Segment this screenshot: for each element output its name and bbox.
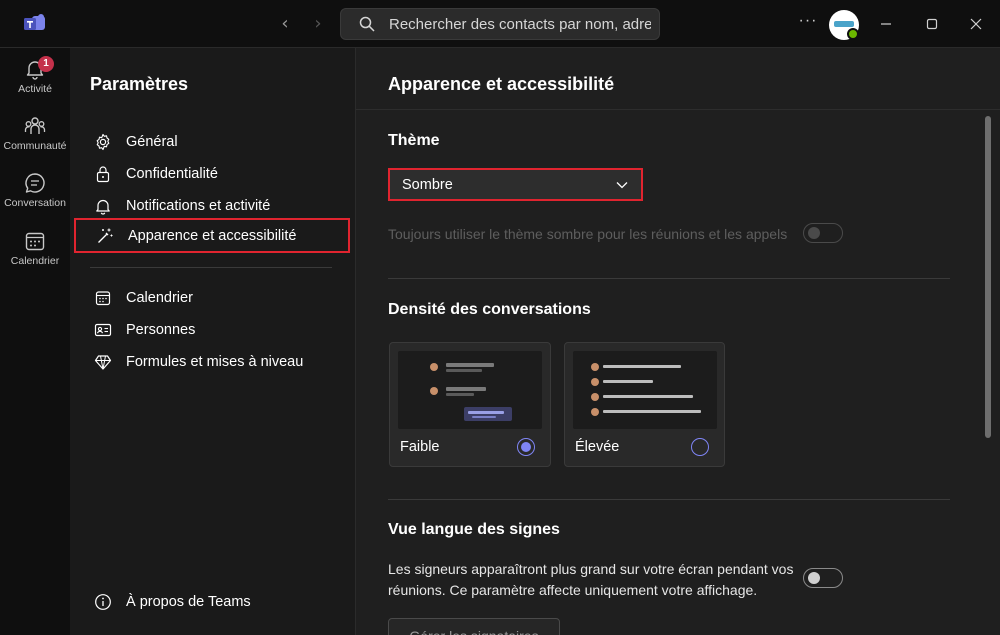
rail-label: Communauté <box>3 140 67 152</box>
content-header: Apparence et accessibilité <box>356 48 1000 110</box>
maximize-icon[interactable] <box>922 14 942 34</box>
presence-available-icon <box>847 28 859 40</box>
always-dark-toggle[interactable] <box>803 223 843 243</box>
density-high-preview <box>573 351 717 429</box>
rail-item-calendar[interactable]: Calendrier <box>0 230 70 282</box>
settings-item-appearance[interactable]: Apparence et accessibilité <box>74 218 350 253</box>
rail-item-activity[interactable]: 1 Activité <box>0 56 70 110</box>
density-option-label: Élevée <box>575 439 620 455</box>
density-option-low[interactable]: Faible <box>389 342 551 467</box>
teams-logo-icon <box>24 14 45 30</box>
activity-badge: 1 <box>38 56 54 72</box>
density-option-high[interactable]: Élevée <box>564 342 725 467</box>
theme-select-value: Sombre <box>402 176 453 193</box>
minimize-icon[interactable] <box>876 14 896 34</box>
settings-item-about[interactable]: À propos de Teams <box>74 586 350 618</box>
search-icon <box>359 16 375 32</box>
diamond-icon <box>94 355 112 370</box>
settings-content: Apparence et accessibilité Thème Sombre … <box>356 48 1000 635</box>
calendar-icon <box>95 291 111 306</box>
rail-label: Conversation <box>4 197 66 209</box>
settings-item-plans[interactable]: Formules et mises à niveau <box>74 346 350 378</box>
density-option-label: Faible <box>400 439 440 455</box>
theme-heading: Thème <box>388 132 440 149</box>
settings-nav: Paramètres Général Confidentialité Notif… <box>70 48 356 635</box>
magic-wand-icon <box>98 228 113 243</box>
settings-item-label: À propos de Teams <box>126 594 251 610</box>
always-dark-label: Toujours utiliser le thème sombre pour l… <box>388 226 788 242</box>
settings-item-people[interactable]: Personnes <box>74 314 350 346</box>
density-low-radio[interactable] <box>517 438 535 456</box>
settings-item-label: Calendrier <box>126 290 193 306</box>
bell-icon <box>96 199 110 215</box>
settings-item-privacy[interactable]: Confidentialité <box>74 158 350 190</box>
sign-language-heading: Vue langue des signes <box>388 521 560 538</box>
theme-select[interactable]: Sombre <box>388 168 643 201</box>
settings-item-label: Général <box>126 134 178 150</box>
nav-divider <box>90 267 332 268</box>
calendar-icon <box>25 232 45 251</box>
chevron-down-icon <box>616 181 628 188</box>
page-title: Apparence et accessibilité <box>388 74 615 94</box>
content-scrollbar[interactable] <box>985 116 991 438</box>
settings-item-label: Personnes <box>126 322 196 338</box>
sign-language-description: Les signeurs apparaîtront plus grand sur… <box>388 561 794 598</box>
sign-language-toggle[interactable] <box>803 568 843 588</box>
search-box[interactable] <box>340 8 660 40</box>
manage-signers-button[interactable]: Gérer les signataires <box>388 618 560 635</box>
rail-label: Activité <box>18 83 52 95</box>
back-arrow-icon[interactable]: ‹ <box>275 14 295 34</box>
gear-icon <box>96 133 110 151</box>
rail-item-community[interactable]: Communauté <box>0 115 70 167</box>
density-high-radio[interactable] <box>691 438 709 456</box>
app-rail: 1 Activité Communauté Conversation Calen… <box>0 48 70 635</box>
rail-item-chat[interactable]: Conversation <box>0 172 70 224</box>
section-divider <box>388 499 950 500</box>
community-icon <box>24 117 46 134</box>
settings-item-calendar[interactable]: Calendrier <box>74 282 350 314</box>
settings-title: Paramètres <box>90 74 189 94</box>
more-options-icon[interactable]: ··· <box>798 12 818 32</box>
title-bar: ‹ › ··· <box>0 0 1000 48</box>
settings-item-label: Confidentialité <box>126 166 218 182</box>
density-low-preview <box>398 351 542 429</box>
settings-item-label: Notifications et activité <box>126 198 271 214</box>
forward-arrow-icon[interactable]: › <box>308 14 328 34</box>
settings-item-label: Apparence et accessibilité <box>128 227 297 244</box>
density-heading: Densité des conversations <box>388 301 591 318</box>
chat-icon <box>25 173 45 193</box>
lock-icon <box>96 166 110 183</box>
section-divider <box>388 278 950 279</box>
settings-item-label: Formules et mises à niveau <box>126 354 304 370</box>
teams-window: ‹ › ··· 1 Activité <box>0 0 1000 635</box>
info-icon <box>95 594 111 610</box>
rail-label: Calendrier <box>10 255 60 267</box>
settings-item-general[interactable]: Général <box>74 126 350 158</box>
search-input[interactable] <box>389 15 651 33</box>
contact-card-icon <box>94 323 112 337</box>
close-icon[interactable] <box>966 14 986 34</box>
